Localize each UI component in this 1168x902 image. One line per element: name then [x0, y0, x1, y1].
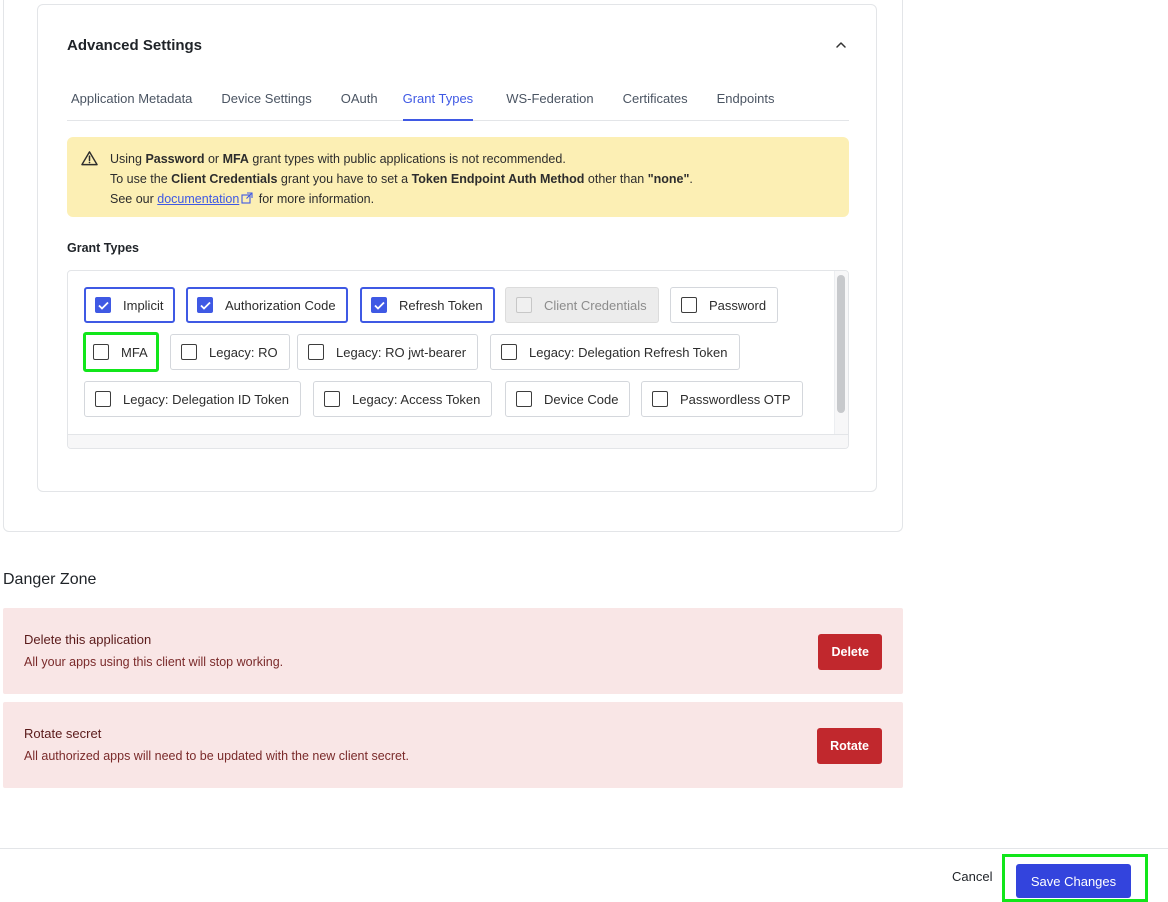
tab-certificates[interactable]: Certificates [619, 83, 702, 121]
scrollbar-thumb[interactable] [837, 275, 845, 413]
checkbox-icon [308, 344, 324, 360]
external-link-icon [241, 192, 253, 204]
checkbox-icon [181, 344, 197, 360]
grant-legacy-ro-jwt-bearer[interactable]: Legacy: RO jwt-bearer [297, 334, 479, 370]
grant-refresh-token[interactable]: Refresh Token [360, 287, 495, 323]
advanced-settings-panel: Advanced Settings Application Metadata D… [37, 4, 877, 492]
tab-device-settings[interactable]: Device Settings [217, 83, 325, 121]
grant-mfa[interactable]: MFA [83, 332, 159, 372]
documentation-link[interactable]: documentation [157, 192, 239, 206]
rotate-secret-description: All authorized apps will need to be upda… [24, 749, 409, 763]
grant-client-credentials: Client Credentials [505, 287, 659, 323]
vertical-scrollbar[interactable] [834, 271, 848, 435]
rotate-secret-title: Rotate secret [24, 726, 102, 741]
grant-legacy-access-token[interactable]: Legacy: Access Token [313, 381, 493, 417]
alert-line-3: See our documentation for more informati… [110, 192, 375, 206]
alert-line-1: Using Password or MFA grant types with p… [110, 152, 566, 166]
chevron-up-icon[interactable] [834, 38, 848, 52]
save-highlight: Save Changes [1002, 854, 1148, 902]
warning-icon [81, 151, 98, 166]
checkbox-icon [516, 391, 532, 407]
checkbox-checked-icon [95, 297, 111, 313]
grant-passwordless-otp[interactable]: Passwordless OTP [641, 381, 803, 417]
delete-button[interactable]: Delete [818, 634, 882, 670]
delete-application-row: Delete this application All your apps us… [3, 608, 903, 694]
grant-device-code[interactable]: Device Code [505, 381, 631, 417]
grant-legacy-delegation-id-token[interactable]: Legacy: Delegation ID Token [84, 381, 301, 417]
tab-ws-federation[interactable]: WS-Federation [502, 83, 607, 121]
checkbox-icon [681, 297, 697, 313]
checkbox-icon [501, 344, 517, 360]
warning-alert: Using Password or MFA grant types with p… [67, 137, 849, 217]
tab-oauth[interactable]: OAuth [337, 83, 392, 121]
cancel-button[interactable]: Cancel [946, 869, 998, 884]
grant-legacy-delegation-refresh-token[interactable]: Legacy: Delegation Refresh Token [490, 334, 740, 370]
grant-types-label: Grant Types [67, 241, 140, 255]
grant-types-list: Implicit Authorization Code Refresh Toke… [67, 270, 849, 449]
save-changes-button[interactable]: Save Changes [1016, 864, 1131, 898]
delete-application-description: All your apps using this client will sto… [24, 655, 284, 669]
checkbox-icon [93, 344, 109, 360]
alert-text: Using Password or MFA grant types with p… [110, 149, 693, 209]
tab-endpoints[interactable]: Endpoints [713, 83, 789, 121]
grant-implicit[interactable]: Implicit [84, 287, 176, 323]
checkbox-disabled-icon [516, 297, 532, 313]
application-settings-card: Advanced Settings Application Metadata D… [3, 0, 903, 532]
grant-password[interactable]: Password [670, 287, 779, 323]
alert-line-2: To use the Client Credentials grant you … [110, 172, 693, 186]
tab-application-metadata[interactable]: Application Metadata [67, 83, 206, 121]
grant-authorization-code[interactable]: Authorization Code [186, 287, 348, 323]
grant-legacy-ro[interactable]: Legacy: RO [170, 334, 290, 370]
delete-application-title: Delete this application [24, 632, 152, 647]
settings-tabs: Application Metadata Device Settings OAu… [67, 83, 849, 121]
rotate-button[interactable]: Rotate [817, 728, 882, 764]
tab-grant-types[interactable]: Grant Types [402, 83, 474, 121]
checkbox-checked-icon [197, 297, 213, 313]
checkbox-checked-icon [371, 297, 387, 313]
horizontal-scrollbar[interactable] [68, 434, 848, 448]
advanced-settings-title: Advanced Settings [67, 37, 203, 54]
rotate-secret-row: Rotate secret All authorized apps will n… [3, 702, 903, 788]
danger-zone-title: Danger Zone [3, 571, 97, 588]
checkbox-icon [95, 391, 111, 407]
checkbox-icon [652, 391, 668, 407]
footer-bar: Cancel Save Changes [0, 848, 1168, 902]
checkbox-icon [324, 391, 340, 407]
